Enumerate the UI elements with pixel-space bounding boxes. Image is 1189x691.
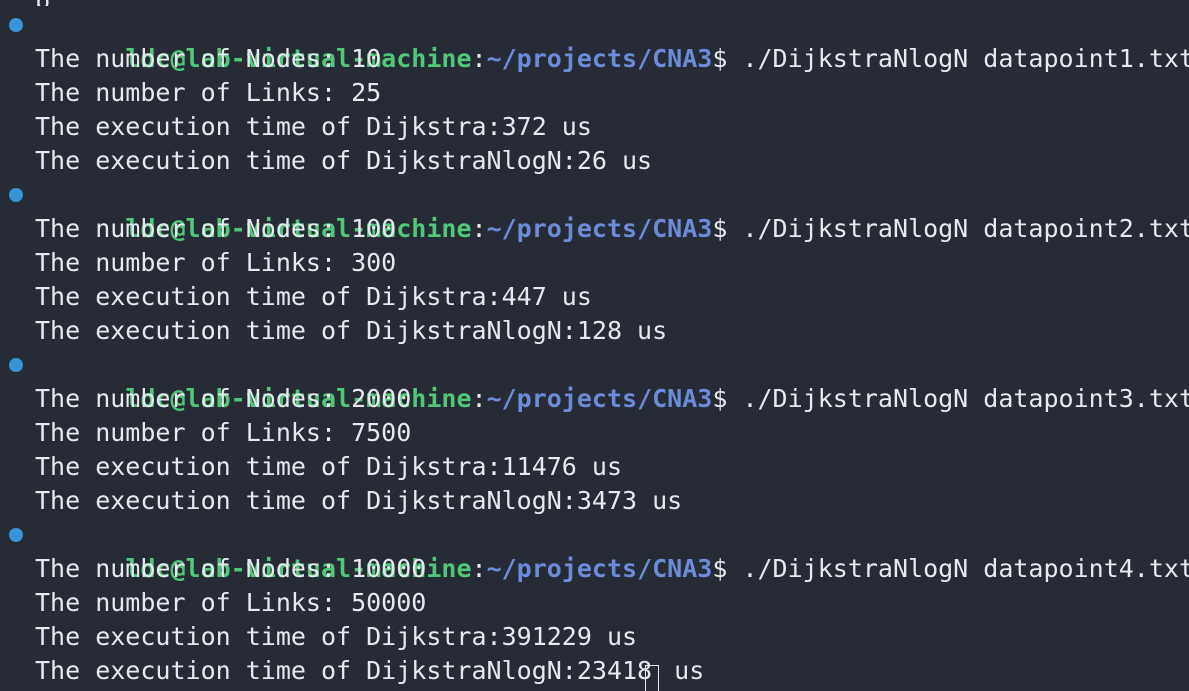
prompt-line: ldc@lab-virtual-machine:~/projects/CNA3$… — [0, 178, 1189, 243]
output-line: The execution time of DijkstraNlogN:3473… — [35, 486, 683, 515]
output-line: The execution time of Dijkstra:391229 us — [35, 622, 638, 651]
output-text-tail: us — [659, 656, 705, 685]
output-line: The execution time of Dijkstra:447 us — [35, 282, 592, 311]
prompt-line: ldc@lab-virtual-machine:~/projects/CNA3$… — [0, 518, 1189, 583]
command-status-dot-icon[interactable] — [9, 188, 23, 202]
output-text: The execution time of DijkstraNlogN:2341… — [35, 656, 653, 685]
command-block: ldc@lab-virtual-machine:~/projects/CNA3$… — [0, 348, 1189, 518]
output-line: The number of Nodes: 10 — [35, 44, 382, 73]
output-line: The number of Links: 50000 — [35, 588, 427, 617]
output-line: The number of Links: 25 — [35, 78, 382, 107]
command-status-dot-icon[interactable] — [9, 18, 23, 32]
output-line: The execution time of DijkstraNlogN:2341… — [0, 654, 1189, 691]
command-status-dot-icon[interactable] — [9, 358, 23, 372]
output-line: The execution time of DijkstraNlogN:128 … — [35, 316, 668, 345]
output-line: The execution time of Dijkstra:11476 us — [35, 452, 622, 481]
output-line: The number of Nodes: 100 — [35, 214, 397, 243]
output-line: The number of Nodes: 10000 — [35, 554, 427, 583]
prompt-line: ldc@lab-virtual-machine:~/projects/CNA3$… — [0, 348, 1189, 413]
output-line: The number of Nodes: 2000 — [35, 384, 412, 413]
terminal-window[interactable]: p ldc@lab-virtual-machine:~/projects/CNA… — [0, 0, 1189, 691]
output-line: The number of Links: 7500 — [35, 418, 412, 447]
command-status-dot-icon[interactable] — [9, 528, 23, 542]
output-line: The execution time of DijkstraNlogN:26 u… — [35, 146, 653, 175]
command-block: ldc@lab-virtual-machine:~/projects/CNA3$… — [0, 518, 1189, 691]
output-line: The execution time of Dijkstra:372 us — [35, 112, 592, 141]
terminal-cursor — [645, 665, 660, 691]
scrolled-output-remnant: p — [35, 0, 50, 6]
command-block: ldc@lab-virtual-machine:~/projects/CNA3$… — [0, 178, 1189, 348]
output-line: The number of Links: 300 — [35, 248, 397, 277]
command-block: ldc@lab-virtual-machine:~/projects/CNA3$… — [0, 8, 1189, 178]
prompt-line: ldc@lab-virtual-machine:~/projects/CNA3$… — [0, 8, 1189, 73]
